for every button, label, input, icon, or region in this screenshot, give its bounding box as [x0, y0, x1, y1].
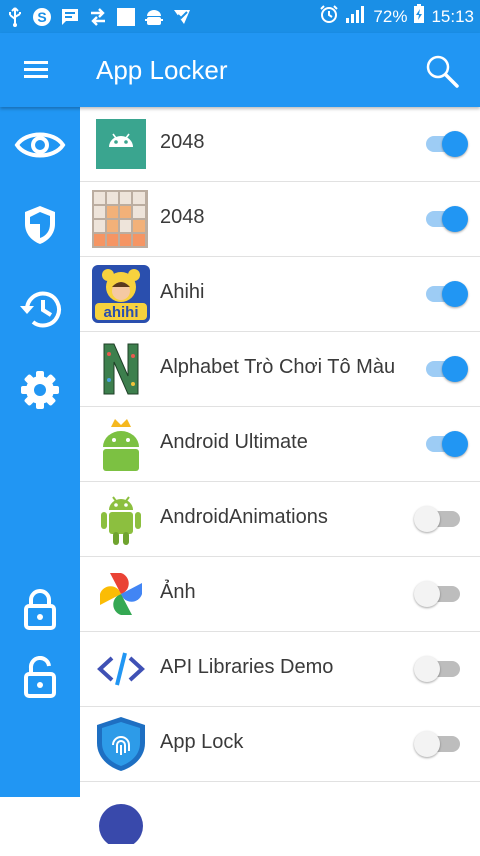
ahihi-icon: ahihi [92, 265, 150, 323]
svg-text:ahihi: ahihi [103, 304, 138, 321]
eye-icon[interactable] [0, 113, 80, 177]
svg-text:S: S [37, 9, 46, 25]
toggle-knob [442, 431, 468, 457]
fingerprint-shield-icon [96, 717, 146, 771]
list-item[interactable]: Android Ultimate [80, 407, 480, 482]
skype-icon: S [32, 7, 52, 27]
status-right: 72% 15:13 [319, 0, 474, 33]
list-item[interactable]: ahihi Ahihi [80, 257, 480, 332]
status-left-icons: S [6, 0, 192, 33]
list-item[interactable]: 2048 [80, 182, 480, 257]
app-name: Ahihi [160, 281, 205, 303]
battery-percent: 72% [373, 6, 408, 26]
message-icon [60, 7, 80, 27]
grid-2048-icon [92, 190, 148, 248]
android-debug-icon [144, 7, 164, 27]
lock-toggle[interactable] [414, 279, 470, 309]
app-name: Ảnh [160, 581, 196, 603]
toggle-knob [442, 206, 468, 232]
app-title: App Locker [96, 55, 228, 85]
app-list: 2048 2048 ahihi Ahihi Alphabet Trò Chơi … [80, 107, 480, 848]
list-item-partial[interactable] [80, 782, 480, 856]
toggle-knob [414, 656, 440, 682]
lock-toggle[interactable] [414, 129, 470, 159]
app-name: 2048 [160, 206, 205, 228]
search-icon[interactable] [424, 53, 460, 89]
lock-toggle[interactable] [414, 429, 470, 459]
menu-icon[interactable] [20, 55, 54, 85]
app-name: AndroidAnimations [160, 506, 328, 528]
toggle-knob [414, 506, 440, 532]
partial-app-icon [96, 794, 146, 848]
transfer-icon [88, 7, 108, 27]
lock-toggle[interactable] [414, 204, 470, 234]
list-item[interactable]: App Lock [80, 707, 480, 782]
shield-icon[interactable] [0, 193, 80, 257]
list-item[interactable]: Ảnh [80, 557, 480, 632]
android-robot-icon [96, 494, 146, 545]
android-tile-icon [96, 119, 146, 169]
app-name: Alphabet Trò Chơi Tô Màu [160, 356, 396, 378]
gear-icon[interactable] [0, 358, 80, 422]
app-name: 2048 [160, 131, 205, 153]
toggle-knob [414, 731, 440, 757]
battery-icon [413, 4, 425, 29]
lock-icon[interactable] [0, 577, 80, 641]
square-icon [116, 7, 136, 27]
app-name: Android Ultimate [160, 431, 308, 453]
unlock-icon[interactable] [0, 645, 80, 709]
inbox-check-icon [172, 7, 192, 27]
app-name: API Libraries Demo [160, 656, 334, 678]
list-item[interactable]: Alphabet Trò Chơi Tô Màu [80, 332, 480, 407]
list-item[interactable]: API Libraries Demo [80, 632, 480, 707]
status-bar: S 72% 15:13 [0, 0, 480, 33]
photos-pinwheel-icon [96, 569, 146, 619]
alarm-icon [319, 4, 339, 29]
android-crown-icon [96, 419, 146, 471]
app-name: App Lock [160, 731, 244, 753]
signal-icon [345, 4, 367, 29]
code-brackets-icon [96, 644, 146, 694]
list-item[interactable]: AndroidAnimations [80, 482, 480, 557]
list-item[interactable]: 2048 [80, 107, 480, 182]
history-icon[interactable] [0, 277, 80, 341]
app-bar: App Locker [0, 33, 480, 107]
lock-toggle[interactable] [414, 504, 470, 534]
usb-icon [6, 6, 24, 27]
lock-toggle[interactable] [414, 729, 470, 759]
lock-toggle[interactable] [414, 579, 470, 609]
toggle-knob [414, 581, 440, 607]
lock-toggle[interactable] [414, 654, 470, 684]
side-rail [0, 107, 80, 797]
toggle-knob [442, 281, 468, 307]
status-time: 15:13 [431, 6, 474, 26]
alphabet-n-icon [96, 340, 146, 398]
toggle-knob [442, 356, 468, 382]
lock-toggle[interactable] [414, 354, 470, 384]
toggle-knob [442, 131, 468, 157]
